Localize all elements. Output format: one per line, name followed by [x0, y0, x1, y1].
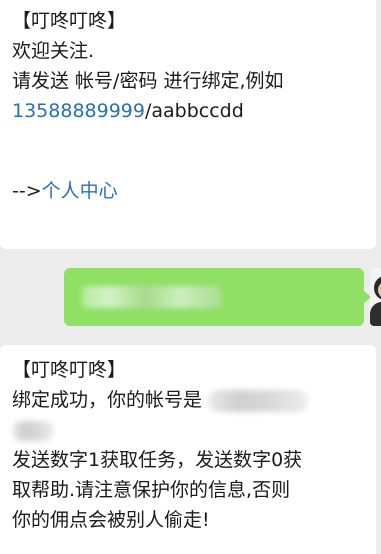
example-line: 13588889999/aabbccdd	[12, 96, 366, 126]
incoming-message-bubble: 【叮咚叮咚】 绑定成功，你的帐号是 发送数字1获取任务，发送数字0获 取帮助.请…	[0, 345, 376, 554]
phone-number-link[interactable]: 13588889999	[12, 100, 145, 122]
redacted-credentials	[82, 286, 222, 308]
redacted-account-continued	[12, 420, 54, 441]
message-title: 【叮咚叮咚】	[12, 359, 127, 381]
user-avatar[interactable]	[370, 268, 381, 326]
personal-center-link-text[interactable]: 个人中心	[42, 180, 118, 202]
message-line: 你的佣点会被别人偷走!	[12, 509, 210, 531]
message-title: 【叮咚叮咚】	[12, 10, 127, 32]
example-password: /aabbccdd	[144, 100, 244, 122]
incoming-message-bubble: 【叮咚叮咚】 欢迎关注. 请发送 帐号/密码 进行绑定,例如 135888899…	[0, 0, 376, 249]
redacted-account	[208, 389, 309, 412]
message-line: 欢迎关注.	[12, 40, 95, 62]
message-line: 绑定成功，你的帐号是	[12, 389, 203, 411]
outgoing-message-bubble[interactable]	[64, 268, 371, 326]
message-line: 取帮助.请注意保护你的信息,否则	[12, 479, 291, 501]
bind-success-line: 绑定成功，你的帐号是	[12, 385, 366, 415]
avatar-body	[370, 302, 381, 326]
message-line: 发送数字1获取任务，发送数字0获	[12, 449, 303, 471]
link-arrow: -->	[12, 180, 42, 202]
personal-center-link[interactable]: -->个人中心	[12, 176, 366, 206]
message-line: 请发送 帐号/密码 进行绑定,例如	[12, 70, 284, 92]
chat-screen: 【叮咚叮咚】 欢迎关注. 请发送 帐号/密码 进行绑定,例如 135888899…	[0, 0, 381, 554]
redacted-line	[12, 415, 366, 445]
